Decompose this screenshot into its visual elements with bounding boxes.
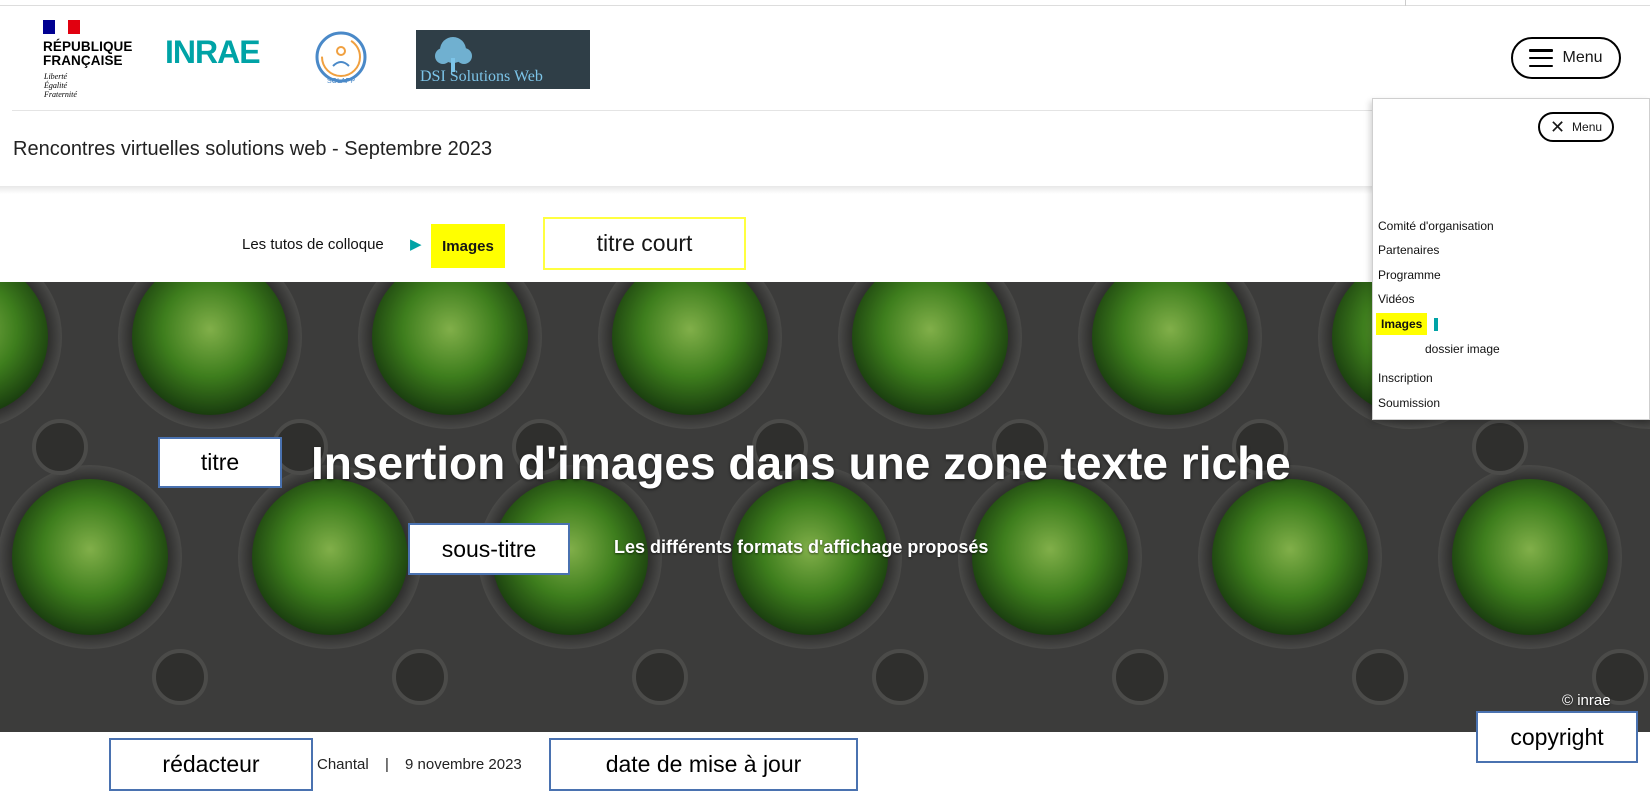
active-item-marker	[1434, 318, 1438, 331]
menu-item-comite[interactable]: Comité d'organisation	[1378, 219, 1494, 233]
republique-francaise-logo[interactable]: RÉPUBLIQUE FRANÇAISE	[43, 40, 133, 68]
hero-title: Insertion d'images dans une zone texte r…	[311, 437, 1291, 489]
motto-liberte: Liberté	[44, 72, 68, 81]
close-menu-label: Menu	[1572, 120, 1603, 134]
annotation-sous-titre: sous-titre	[408, 523, 570, 575]
close-menu-button[interactable]: ✕ Menu	[1538, 112, 1614, 142]
breadcrumb-parent-link[interactable]: Les tutos de colloque	[242, 236, 384, 253]
annotation-copyright: copyright	[1476, 711, 1638, 763]
header-divider	[12, 110, 1372, 111]
top-border-tick	[1405, 0, 1406, 6]
menu-item-dossier-image[interactable]: dossier image	[1425, 342, 1500, 356]
inrae-logo[interactable]: INRAE	[165, 34, 261, 71]
annotation-redacteur: rédacteur	[109, 738, 313, 791]
hamburger-icon	[1529, 49, 1554, 67]
meta-separator: |	[385, 756, 389, 773]
breadcrumb-current: Images	[431, 224, 505, 268]
menu-button-label: Menu	[1562, 49, 1603, 66]
marianne-flag-icon	[43, 20, 80, 34]
rf-line-2: FRANÇAISE	[43, 53, 123, 68]
breadcrumb-arrow-icon: ▶	[410, 236, 422, 253]
motto-fraternite: Fraternité	[44, 90, 77, 99]
dsi-label: DSI Solutions Web	[420, 68, 543, 85]
menu-item-soumission[interactable]: Soumission	[1378, 396, 1440, 410]
rf-motto: Liberté Égalité Fraternité	[44, 72, 77, 99]
annotation-date-maj: date de mise à jour	[549, 738, 858, 791]
top-border	[0, 5, 1650, 6]
close-icon: ✕	[1549, 117, 1566, 137]
hero-subtitle: Les différents formats d'affichage propo…	[614, 537, 989, 557]
annotation-titre: titre	[158, 437, 282, 488]
motto-egalite: Égalité	[44, 81, 68, 90]
menu-item-inscription[interactable]: Inscription	[1378, 371, 1433, 385]
rf-line-1: RÉPUBLIQUE	[43, 39, 133, 54]
menu-item-videos[interactable]: Vidéos	[1378, 292, 1414, 306]
annotation-titre-court: titre court	[543, 217, 746, 270]
menu-button[interactable]: Menu	[1511, 37, 1621, 79]
author-name: Chantal	[317, 756, 369, 773]
solapp-label: SOLAPP	[326, 78, 355, 85]
hero-copyright: © inrae	[1562, 692, 1611, 709]
site-title[interactable]: Rencontres virtuelles solutions web - Se…	[13, 138, 492, 161]
update-date: 9 novembre 2023	[405, 756, 522, 773]
menu-item-programme[interactable]: Programme	[1378, 268, 1441, 282]
menu-item-images[interactable]: Images	[1376, 313, 1428, 335]
menu-item-partenaires[interactable]: Partenaires	[1378, 243, 1439, 257]
